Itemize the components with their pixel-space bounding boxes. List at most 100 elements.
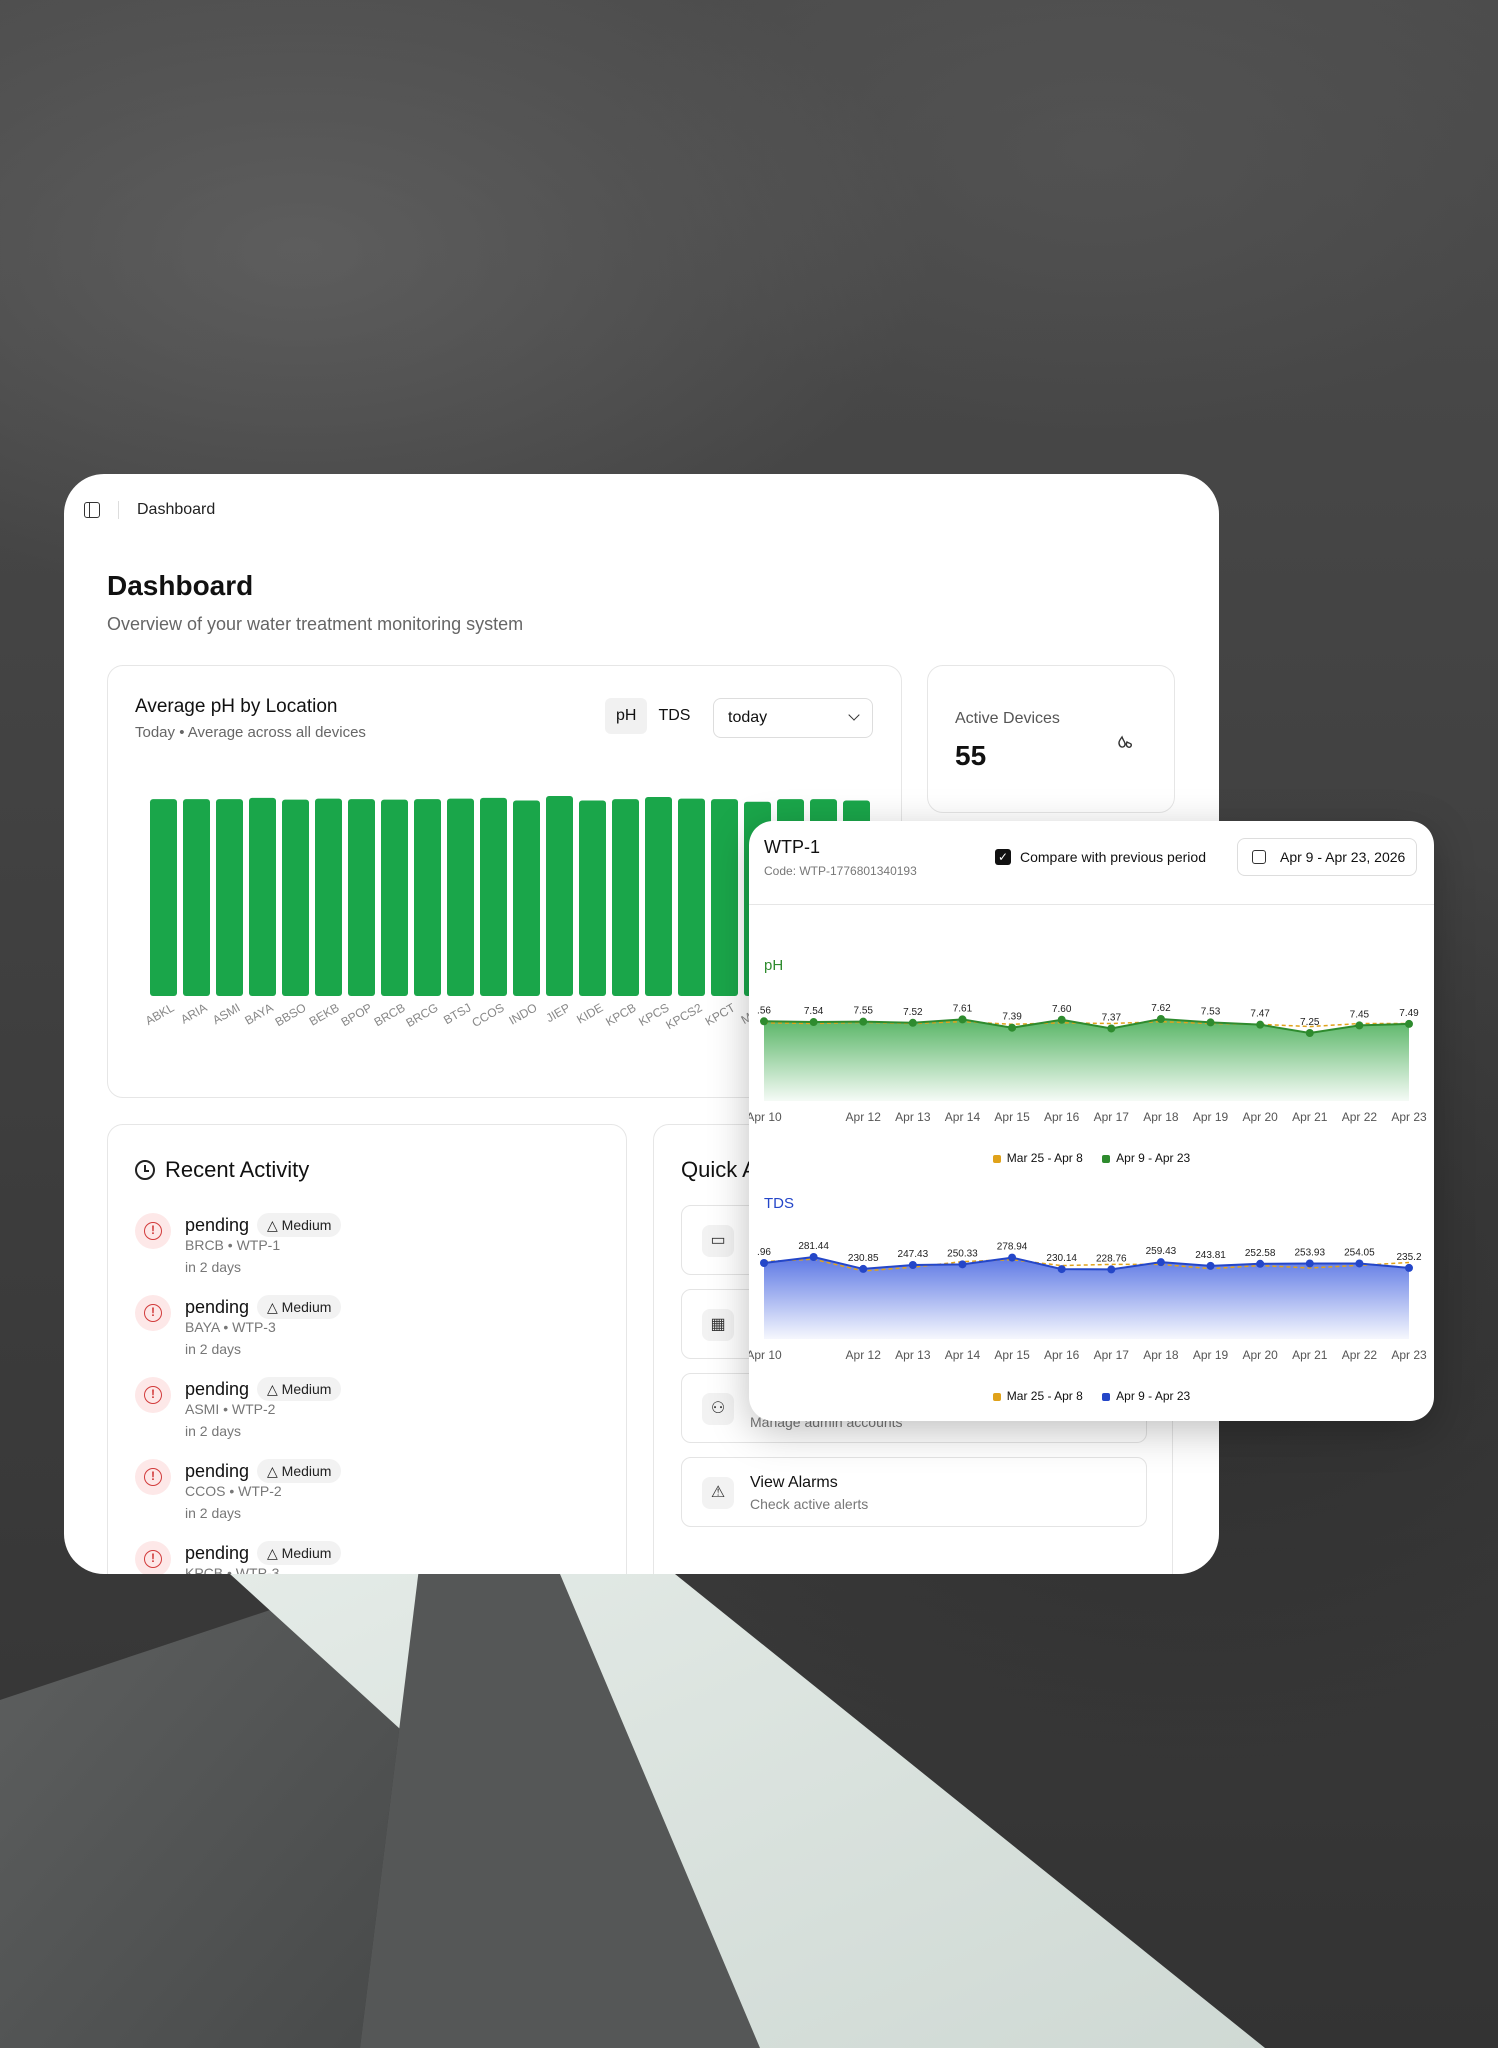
- x-tick-label: Apr 15: [994, 1110, 1030, 1124]
- activity-location: BAYA • WTP-3: [185, 1319, 276, 1335]
- data-point: [908, 1018, 917, 1027]
- bar-tick-label: KPCS2: [663, 1000, 704, 1032]
- activity-item[interactable]: ! pending △ Medium KPCB • WTP-3: [135, 1537, 575, 1574]
- range-select[interactable]: today: [713, 698, 873, 738]
- activity-status: pending: [185, 1543, 250, 1563]
- data-point: [1156, 1015, 1165, 1023]
- alert-circle-icon: !: [135, 1295, 171, 1331]
- x-tick-label: Apr 22: [1342, 1348, 1378, 1362]
- legend-prev: Mar 25 - Apr 8: [992, 1151, 1083, 1165]
- bar: [348, 799, 375, 996]
- data-point: [908, 1261, 917, 1270]
- legend-curr: Apr 9 - Apr 23: [1102, 1389, 1190, 1403]
- bar: [183, 799, 210, 996]
- droplet-icon: [1116, 734, 1134, 757]
- cylinder-icon: ▭: [702, 1225, 734, 1257]
- x-tick-label: Apr 18: [1143, 1110, 1179, 1124]
- bar-tick-label: ABKL: [143, 1000, 177, 1028]
- severity-badge: △ Medium: [257, 1459, 342, 1483]
- x-tick-label: Apr 23: [1391, 1348, 1427, 1362]
- data-label: 7.49: [1399, 1008, 1419, 1019]
- view-alarms-subtitle: Check active alerts: [750, 1496, 869, 1512]
- bar-tick-label: JIEP: [544, 1000, 573, 1025]
- legend-prev: Mar 25 - Apr 8: [992, 1389, 1083, 1403]
- activity-time: in 2 days: [185, 1259, 242, 1275]
- data-point: [1256, 1020, 1265, 1029]
- data-label: 278.94: [997, 1242, 1028, 1253]
- recent-activity-heading: Recent Activity: [135, 1157, 309, 1183]
- alert-circle-icon: !: [135, 1213, 171, 1249]
- bar-tick-label: BRCB: [372, 1000, 408, 1029]
- alert-circle-icon: !: [135, 1377, 171, 1413]
- bar: [546, 795, 573, 996]
- date-range-value: Apr 9 - Apr 23, 2026: [1280, 849, 1406, 865]
- compare-toggle[interactable]: ✓ Compare with previous period: [995, 849, 1206, 865]
- data-point: [1305, 1029, 1314, 1037]
- bar-tick-label: BPOP: [339, 1000, 375, 1029]
- users-icon: ⚇: [702, 1393, 734, 1425]
- data-label: 7.61: [953, 1003, 973, 1014]
- severity-badge: △ Medium: [257, 1377, 342, 1401]
- data-label: 254.05: [1344, 1247, 1375, 1258]
- bar: [150, 799, 177, 996]
- avg-ph-subtitle: Today • Average across all devices: [135, 724, 366, 741]
- data-point: [1305, 1259, 1314, 1268]
- bar-tick-label: ASMI: [210, 1000, 242, 1027]
- data-point: [1156, 1258, 1165, 1267]
- legend-curr: Apr 9 - Apr 23: [1102, 1151, 1190, 1165]
- data-label: 7.45: [1350, 1009, 1370, 1020]
- range-select-value: today: [728, 709, 768, 726]
- data-point: [1206, 1261, 1215, 1270]
- activity-time: in 2 days: [185, 1341, 242, 1357]
- legend-swatch-prev: [992, 1154, 1001, 1163]
- activity-item[interactable]: ! pending △ Medium BRCB • WTP-1 in 2 days: [135, 1209, 575, 1289]
- data-point: [958, 1015, 967, 1024]
- compare-checkbox[interactable]: ✓: [995, 849, 1011, 865]
- legend-swatch-curr: [1102, 1392, 1111, 1401]
- activity-time: in 2 days: [185, 1505, 242, 1521]
- activity-status: pending: [185, 1297, 250, 1317]
- bar: [381, 799, 408, 996]
- breadcrumb[interactable]: Dashboard: [137, 501, 215, 519]
- data-label: 7.47: [1250, 1009, 1270, 1020]
- recent-activity-card: Recent Activity ! pending △ Medium BRCB • W…: [107, 1124, 627, 1574]
- metric-tab-tds[interactable]: TDS: [647, 698, 701, 734]
- severity-label: Medium: [281, 1299, 332, 1315]
- activity-time: in 2 days: [185, 1423, 242, 1439]
- data-point: [809, 1253, 818, 1261]
- x-tick-label: Apr 12: [846, 1348, 882, 1362]
- avg-ph-title: Average pH by Location: [135, 696, 338, 717]
- bar: [282, 799, 309, 996]
- data-point: [760, 1259, 768, 1268]
- data-point: [1405, 1019, 1413, 1028]
- data-point: [1057, 1265, 1066, 1274]
- activity-item[interactable]: ! pending △ Medium BAYA • WTP-3 in 2 days: [135, 1291, 575, 1371]
- recent-activity-title: Recent Activity: [165, 1157, 310, 1182]
- activity-item[interactable]: ! pending △ Medium ASMI • WTP-2 in 2 days: [135, 1373, 575, 1453]
- bar: [711, 799, 738, 996]
- chevron-down-icon: [848, 709, 860, 721]
- bar-tick-label: ARIA: [178, 1000, 209, 1026]
- clock-icon: [135, 1160, 155, 1180]
- view-alarms-button[interactable]: ⚠ View Alarms Check active alerts: [681, 1457, 1147, 1527]
- ph-legend: Mar 25 - Apr 8 Apr 9 - Apr 23: [749, 1151, 1434, 1165]
- data-label: 7.39: [1002, 1012, 1022, 1023]
- severity-label: Medium: [281, 1217, 332, 1233]
- data-label: 7.54: [804, 1006, 824, 1017]
- data-label: 250.33: [947, 1248, 978, 1259]
- date-range-picker[interactable]: Apr 9 - Apr 23, 2026: [1237, 838, 1417, 876]
- sidebar-toggle-icon[interactable]: [84, 502, 100, 518]
- legend-curr-label: Apr 9 - Apr 23: [1116, 1389, 1191, 1403]
- data-point: [1355, 1259, 1364, 1268]
- topbar: Dashboard: [64, 474, 1219, 546]
- activity-item[interactable]: ! pending △ Medium CCOS • WTP-2 in 2 days: [135, 1455, 575, 1535]
- data-point: [1008, 1023, 1017, 1032]
- x-tick-label: Apr 13: [895, 1348, 931, 1362]
- data-label: .56: [757, 1005, 771, 1016]
- x-tick-label: Apr 19: [1193, 1348, 1229, 1362]
- metric-tab-ph[interactable]: pH: [605, 698, 648, 734]
- bar-tick-label: BAYA: [242, 1000, 275, 1027]
- x-tick-label: Apr 17: [1094, 1348, 1130, 1362]
- bar-tick-label: KPCT: [703, 1000, 738, 1028]
- data-label: 235.2: [1396, 1252, 1421, 1263]
